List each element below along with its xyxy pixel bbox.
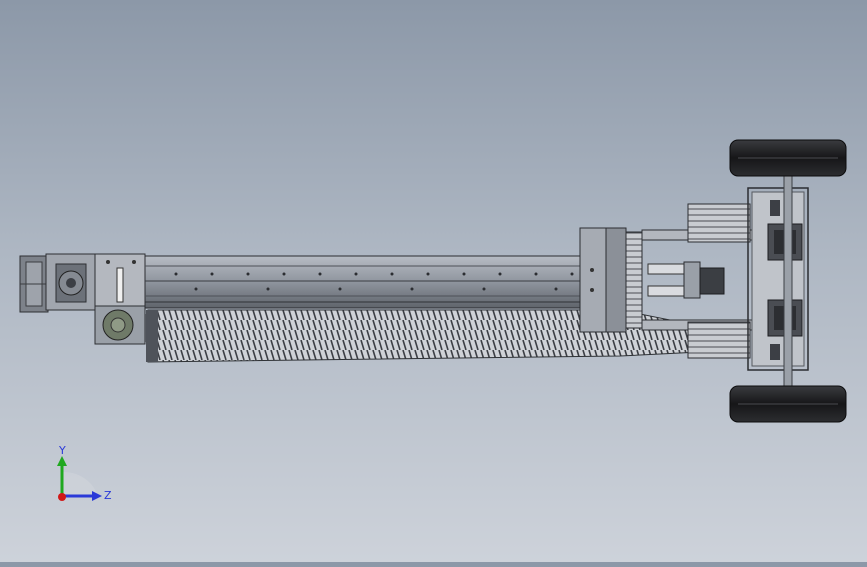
triad-origin [58,493,66,501]
wheel-bottom [729,385,847,423]
model-canvas[interactable]: Y Z [0,0,867,562]
z-axis-label: Z [104,489,112,502]
wheel-top [729,139,847,177]
chassis-frame [747,187,809,371]
z-axis-arrowhead [92,491,102,501]
linkage-frame [641,229,753,331]
y-axis-arrowhead [57,456,67,466]
linear-rail [144,255,586,309]
y-axis-label: Y [58,444,66,457]
right-end-mount [579,227,643,333]
carriage-plate [94,253,146,311]
left-end-plate [19,255,49,313]
3d-viewport[interactable]: Y Z [0,0,867,562]
axle [783,171,793,389]
reference-triad: Y Z [57,444,112,502]
stepper-motor [94,305,151,345]
coupling-housing [45,253,97,311]
